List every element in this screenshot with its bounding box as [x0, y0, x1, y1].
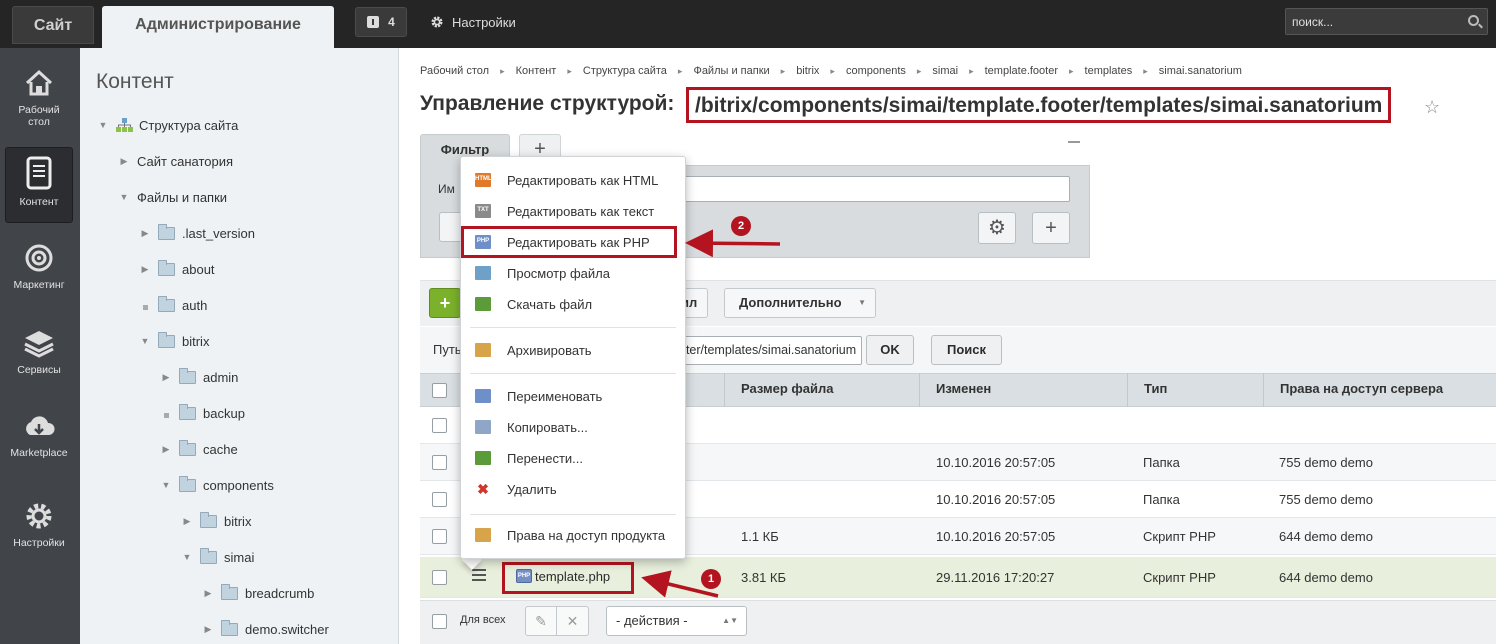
annotation-badge-1: 1	[701, 569, 721, 589]
arrow-2	[685, 229, 781, 258]
annotation-arrows	[641, 229, 781, 598]
annotation-badge-2: 2	[731, 216, 751, 236]
